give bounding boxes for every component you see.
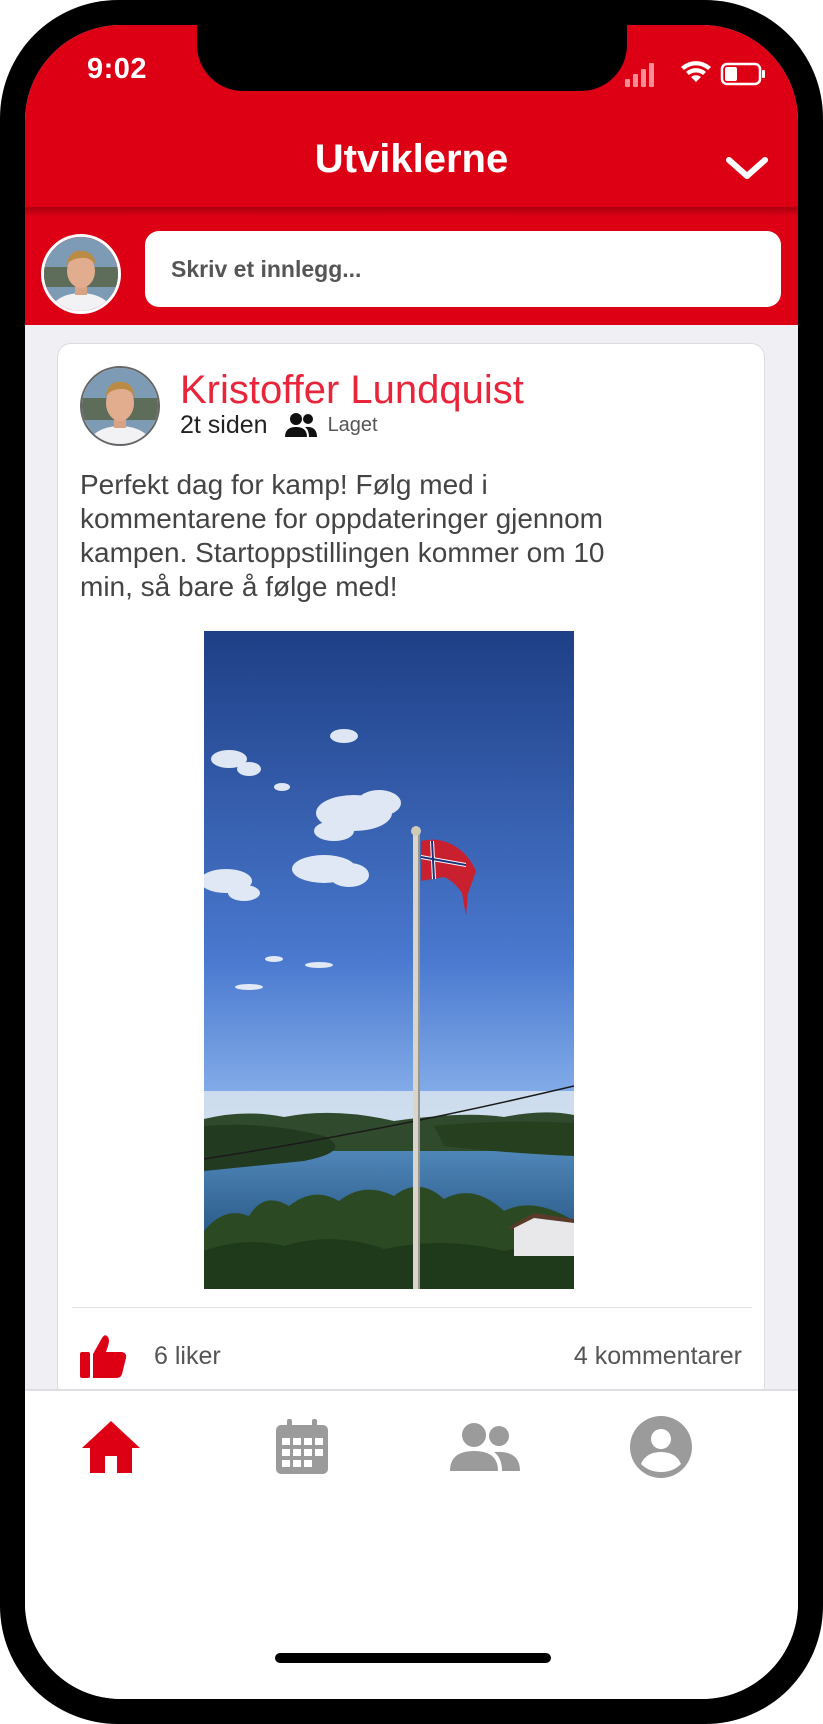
post-photo[interactable] xyxy=(204,631,574,1289)
current-user-avatar[interactable] xyxy=(41,234,121,314)
team-icon xyxy=(450,1423,520,1471)
wifi-icon xyxy=(681,61,711,82)
post-meta: 2t siden Laget xyxy=(180,410,378,440)
tab-calendar[interactable] xyxy=(262,1407,342,1487)
likes-count[interactable]: 6 liker xyxy=(154,1342,221,1371)
device-notch xyxy=(197,25,627,91)
comments-count[interactable]: 4 kommentarer xyxy=(574,1342,742,1371)
author-name[interactable]: Kristoffer Lundquist xyxy=(180,368,524,413)
tab-team[interactable] xyxy=(445,1407,525,1487)
status-icons xyxy=(625,59,775,89)
post-body: Perfekt dag for kamp! Følg med i komment… xyxy=(80,469,605,602)
post-time: 2t siden xyxy=(180,410,268,439)
battery-icon xyxy=(720,62,765,86)
calendar-icon xyxy=(276,1419,328,1474)
profile-icon xyxy=(630,1416,692,1478)
app-header: 9:02 Utviklerne xyxy=(25,25,798,207)
group-icon xyxy=(284,411,318,439)
home-icon xyxy=(82,1421,140,1473)
post-composer: Skriv et innlegg... xyxy=(25,215,798,325)
page-title: Utviklerne xyxy=(314,137,509,181)
home-indicator xyxy=(275,1653,551,1663)
new-post-input[interactable]: Skriv et innlegg... xyxy=(145,231,781,307)
signal-icon xyxy=(625,63,654,87)
status-time: 9:02 xyxy=(87,53,148,85)
tab-profile[interactable] xyxy=(621,1407,701,1487)
phone-frame: 9:02 Utviklerne Skriv et innlegg... Kris… xyxy=(0,0,823,1724)
thumbs-up-icon xyxy=(80,1335,127,1378)
card-divider xyxy=(72,1307,752,1308)
tab-home[interactable] xyxy=(71,1407,151,1487)
post-audience: Laget xyxy=(327,413,378,436)
like-button[interactable] xyxy=(78,1332,128,1382)
chevron-down-icon xyxy=(726,157,768,179)
post-card: Kristoffer Lundquist 2t siden Laget Perf… xyxy=(57,343,765,1399)
app-screen: 9:02 Utviklerne Skriv et innlegg... Kris… xyxy=(25,25,798,1699)
author-avatar[interactable] xyxy=(80,366,160,446)
team-switch-button[interactable] xyxy=(715,145,779,193)
